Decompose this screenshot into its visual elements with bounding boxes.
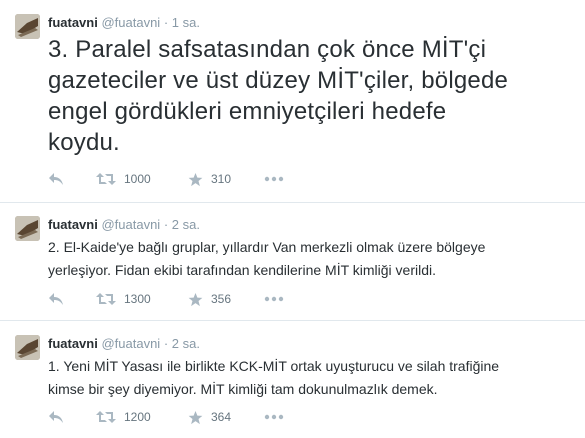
author-handle[interactable]: @fuatavni <box>101 336 160 351</box>
retweet-count: 1300 <box>124 292 151 306</box>
favorite-count: 310 <box>211 172 232 186</box>
tweet-header: fuatavni @fuatavni · 2 sa. <box>48 336 200 352</box>
tweet[interactable]: fuatavni @fuatavni · 2 sa. 2. El-Kaide'y… <box>0 203 585 320</box>
author-name[interactable]: fuatavni <box>48 217 98 232</box>
star-icon <box>188 172 203 186</box>
retweet-icon <box>96 411 116 423</box>
reply-button[interactable] <box>48 289 64 309</box>
author-name[interactable]: fuatavni <box>48 336 98 351</box>
tweet-text-line: 1. Yeni MİT Yasası ile birlikte KCK-MİT … <box>48 358 500 374</box>
separator: · <box>163 15 169 30</box>
more-button[interactable] <box>264 407 284 427</box>
tweet-text: 2. El-Kaide'ye bağlı gruplar, yıllardır … <box>48 236 565 282</box>
avatar[interactable] <box>15 335 40 360</box>
more-icon <box>264 296 284 302</box>
author-name[interactable]: fuatavni <box>48 15 98 30</box>
retweet-icon <box>96 293 116 305</box>
more-button[interactable] <box>264 289 284 309</box>
favorite-button[interactable]: 364 <box>188 407 231 427</box>
timestamp[interactable]: 2 sa. <box>172 217 200 232</box>
more-icon <box>264 176 284 182</box>
retweet-button[interactable]: 1000 <box>96 169 151 189</box>
tweet-text-line: gazeteciler ve üst düzey MİT'çiler, bölg… <box>48 67 509 94</box>
separator: · <box>163 336 169 351</box>
tweet-text-line: 3. Paralel safsatasından çok önce MİT'çi <box>48 36 487 63</box>
star-icon <box>188 292 203 306</box>
retweet-count: 1000 <box>124 172 151 186</box>
avatar[interactable] <box>15 216 40 241</box>
retweet-button[interactable]: 1300 <box>96 289 151 309</box>
tweet-header: fuatavni @fuatavni · 2 sa. <box>48 217 200 233</box>
tweet-text-line: yerleşiyor. Fidan ekibi tarafından kendi… <box>48 262 437 278</box>
reply-icon <box>49 173 63 185</box>
retweet-count: 1200 <box>124 410 151 424</box>
tweet[interactable]: fuatavni @fuatavni · 2 sa. 1. Yeni MİT Y… <box>0 321 585 438</box>
favorite-button[interactable]: 356 <box>188 289 231 309</box>
tweet-header: fuatavni @fuatavni · 1 sa. <box>48 15 200 31</box>
reply-button[interactable] <box>48 169 64 189</box>
favorite-count: 356 <box>211 292 232 306</box>
tweet-text-line: 2. El-Kaide'ye bağlı gruplar, yıllardır … <box>48 239 486 255</box>
author-handle[interactable]: @fuatavni <box>101 15 160 30</box>
timestamp[interactable]: 1 sa. <box>172 15 200 30</box>
tweet[interactable]: fuatavni @fuatavni · 1 sa. 3. Paralel sa… <box>0 0 585 200</box>
retweet-icon <box>96 173 116 185</box>
timestamp[interactable]: 2 sa. <box>172 336 200 351</box>
avatar[interactable] <box>15 14 40 39</box>
star-icon <box>188 410 203 424</box>
tweet-text-line: koydu. <box>48 129 120 156</box>
tweet-text: 1. Yeni MİT Yasası ile birlikte KCK-MİT … <box>48 355 565 401</box>
retweet-button[interactable]: 1200 <box>96 407 151 427</box>
tweet-text-line: engel gördükleri emniyetçileri hedefe <box>48 98 447 125</box>
tweet-text: 3. Paralel safsatasından çok önce MİT'çi… <box>48 34 565 158</box>
author-handle[interactable]: @fuatavni <box>101 217 160 232</box>
reply-button[interactable] <box>48 407 64 427</box>
tweet-text-line: kimse bir şey diyemiyor. MİT kimliği tam… <box>48 381 438 397</box>
favorite-count: 364 <box>211 410 232 424</box>
reply-icon <box>49 411 63 423</box>
more-icon <box>264 414 284 420</box>
favorite-button[interactable]: 310 <box>188 169 231 189</box>
reply-icon <box>49 293 63 305</box>
separator: · <box>163 217 169 232</box>
more-button[interactable] <box>264 169 284 189</box>
